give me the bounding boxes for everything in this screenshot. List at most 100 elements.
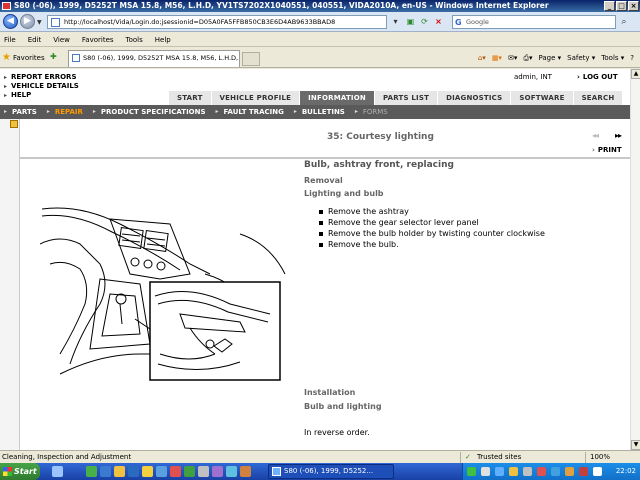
page-icon xyxy=(51,18,60,27)
vehicle-details-link[interactable]: VEHICLE DETAILS xyxy=(4,82,79,91)
refresh-icon[interactable]: ⟳ xyxy=(418,15,431,29)
stop-icon[interactable]: × xyxy=(432,15,445,29)
subnav-bulletins[interactable]: BULLETINS xyxy=(290,105,351,119)
back-button[interactable]: ◀ xyxy=(3,14,18,29)
report-errors-link[interactable]: REPORT ERRORS xyxy=(4,73,79,82)
tab-search[interactable]: SEARCH xyxy=(572,91,623,105)
menu-file[interactable]: File xyxy=(4,33,16,46)
quicklaunch-icon[interactable] xyxy=(86,466,97,477)
app-quicklaunch-icon[interactable] xyxy=(156,466,167,477)
network-tray-icon[interactable] xyxy=(495,467,504,476)
tab-software[interactable]: SOFTWARE xyxy=(510,91,573,105)
media-quicklaunch-icon[interactable] xyxy=(128,466,139,477)
messenger-quicklaunch-icon[interactable] xyxy=(142,466,153,477)
history-dropdown-icon[interactable]: ▼ xyxy=(37,19,44,26)
menu-help[interactable]: Help xyxy=(155,33,171,46)
tab-vehicle-profile[interactable]: VEHICLE PROFILE xyxy=(210,91,300,105)
menu-tools[interactable]: Tools xyxy=(126,33,143,46)
app-quicklaunch-icon[interactable] xyxy=(198,466,209,477)
logout-link[interactable]: LOG OUT xyxy=(577,73,618,81)
removal-subheading: Lighting and bulb xyxy=(304,189,384,198)
search-go-icon[interactable]: ⌕ xyxy=(618,16,630,28)
taskbar-clock[interactable]: 22:02 xyxy=(616,463,636,480)
start-button[interactable]: Start xyxy=(0,463,40,480)
ie-task-icon xyxy=(272,467,281,476)
status-separator xyxy=(585,452,586,463)
taskbar-ie-window[interactable]: S80 (-06), 1999, D5252... xyxy=(268,464,394,479)
ie-quicklaunch-icon[interactable] xyxy=(100,466,111,477)
forward-button[interactable]: ▶ xyxy=(20,14,35,29)
maximize-button[interactable]: □ xyxy=(616,1,627,11)
tab-diagnostics[interactable]: DIAGNOSTICS xyxy=(437,91,511,105)
main-tabs: START VEHICLE PROFILE INFORMATION PARTS … xyxy=(168,91,623,105)
app-quicklaunch-icon[interactable] xyxy=(240,466,251,477)
folder-quicklaunch-icon[interactable] xyxy=(114,466,125,477)
volume-tray-icon[interactable] xyxy=(523,467,532,476)
app-quicklaunch-icon[interactable] xyxy=(212,466,223,477)
tray-icon[interactable] xyxy=(579,467,588,476)
security-zone[interactable]: Trusted sites xyxy=(465,451,521,463)
tree-toggle-icon[interactable] xyxy=(10,120,18,128)
app-quicklaunch-icon[interactable] xyxy=(226,466,237,477)
list-item: Remove the ashtray xyxy=(318,206,545,217)
subnav-product-specifications[interactable]: PRODUCT SPECIFICATIONS xyxy=(89,105,212,119)
tab-information[interactable]: INFORMATION xyxy=(299,91,374,105)
subnav-fault-tracing[interactable]: FAULT TRACING xyxy=(212,105,290,119)
new-tab-button[interactable] xyxy=(242,52,260,66)
show-desktop-icon[interactable] xyxy=(52,466,63,477)
help-icon[interactable]: ? xyxy=(630,51,634,65)
top-links: REPORT ERRORS VEHICLE DETAILS HELP xyxy=(4,73,79,100)
page-menu[interactable]: Page ▾ xyxy=(538,51,561,65)
tab-parts-list[interactable]: PARTS LIST xyxy=(373,91,438,105)
mail-icon[interactable]: ✉▾ xyxy=(508,51,517,65)
address-toolbar: ◀ ▶ ▼ http://localhost/Vida/Login.do;jse… xyxy=(0,12,640,32)
compatibility-view-icon[interactable]: ▣ xyxy=(404,15,417,29)
page-content: REPORT ERRORS VEHICLE DETAILS HELP admin… xyxy=(0,69,630,450)
favorites-button[interactable]: ★ Favorites xyxy=(2,51,45,65)
app-quicklaunch-icon[interactable] xyxy=(184,466,195,477)
removal-heading: Removal xyxy=(304,176,343,185)
add-favorite-icon[interactable]: ✚ xyxy=(50,52,62,64)
next-document-icon[interactable]: ▸▸ xyxy=(615,131,622,140)
tray-icon[interactable] xyxy=(509,467,518,476)
tray-icon[interactable] xyxy=(551,467,560,476)
tray-icon[interactable] xyxy=(565,467,574,476)
feeds-icon[interactable]: ▦▾ xyxy=(492,51,502,65)
window-title: S80 (-06), 1999, D5252T MSA 15.8, M56, L… xyxy=(14,1,549,10)
print-link[interactable]: PRINT xyxy=(592,146,622,154)
safety-menu[interactable]: Safety ▾ xyxy=(567,51,595,65)
search-input[interactable]: G Google xyxy=(452,15,616,29)
tray-icon[interactable] xyxy=(481,467,490,476)
installation-heading: Installation xyxy=(304,388,356,397)
minimize-button[interactable]: _ xyxy=(604,1,615,11)
app-quicklaunch-icon[interactable] xyxy=(170,466,181,477)
menu-view[interactable]: View xyxy=(53,33,70,46)
status-separator xyxy=(460,452,461,463)
ie-app-icon xyxy=(2,2,11,10)
tray-icon[interactable] xyxy=(593,467,602,476)
tools-menu[interactable]: Tools ▾ xyxy=(601,51,624,65)
address-input[interactable]: http://localhost/Vida/Login.do;jsessioni… xyxy=(47,15,387,29)
tray-icon[interactable] xyxy=(467,467,476,476)
menu-edit[interactable]: Edit xyxy=(28,33,42,46)
tab-start[interactable]: START xyxy=(168,91,211,105)
installation-subheading: Bulb and lighting xyxy=(304,402,382,411)
print-icon[interactable]: ⎙▾ xyxy=(523,51,532,65)
browser-tab[interactable]: S80 (-06), 1999, D5252T MSA 15.8, M56, L… xyxy=(68,50,240,67)
help-link[interactable]: HELP xyxy=(4,91,79,100)
ashtray-bulb-illustration xyxy=(40,207,286,381)
scroll-down-icon[interactable]: ▼ xyxy=(631,440,640,450)
scroll-up-icon[interactable]: ▲ xyxy=(631,69,640,79)
zoom-level[interactable]: 100% xyxy=(590,451,610,463)
tray-icon[interactable] xyxy=(537,467,546,476)
address-dropdown-icon[interactable]: ▾ xyxy=(389,15,402,29)
start-label: Start xyxy=(14,467,37,476)
home-icon[interactable]: ⌂▾ xyxy=(478,51,486,65)
subnav-repair[interactable]: REPAIR xyxy=(43,105,89,119)
subnav-forms: FORMS xyxy=(351,105,394,119)
subnav-parts[interactable]: PARTS xyxy=(0,105,43,119)
close-button[interactable]: × xyxy=(628,1,639,11)
menu-favorites[interactable]: Favorites xyxy=(82,33,114,46)
previous-document-icon[interactable]: ◂◂ xyxy=(592,131,599,140)
vertical-scrollbar[interactable]: ▲ ▼ xyxy=(630,69,640,450)
